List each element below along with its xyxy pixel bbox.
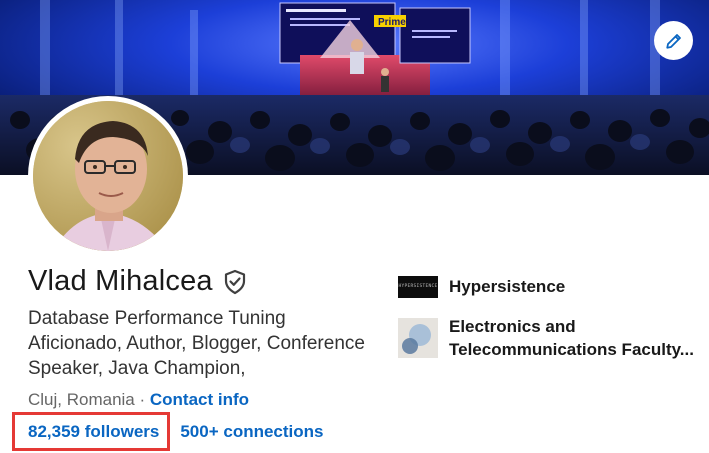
education-school[interactable]: Electronics and Telecommunications Facul… xyxy=(398,315,699,361)
stats-row: 82,359 followers 500+ connections xyxy=(12,412,323,451)
profile-location: Cluj, Romania xyxy=(28,390,135,409)
contact-info-link[interactable]: Contact info xyxy=(150,390,249,409)
profile-headline: Database Performance Tuning Aficionado, … xyxy=(28,308,365,379)
connections-link[interactable]: 500+ connections xyxy=(180,422,323,442)
company-logo-text: HYPERSISTENCE xyxy=(398,284,438,289)
school-logo xyxy=(398,318,438,358)
followers-highlight: 82,359 followers xyxy=(12,412,171,451)
school-name-line1: Electronics and xyxy=(449,317,576,336)
followers-link[interactable]: 82,359 followers xyxy=(28,422,159,442)
school-name-line2: Telecommunications Faculty... xyxy=(449,340,694,359)
verified-shield-icon[interactable] xyxy=(223,269,247,295)
company-logo: HYPERSISTENCE xyxy=(398,275,438,298)
profile-photo xyxy=(33,101,183,251)
pencil-icon xyxy=(665,33,681,49)
company-name: Hypersistence xyxy=(449,277,566,296)
avatar[interactable] xyxy=(28,96,188,256)
profile-card: Prime Vlad Mihalcea Database Performance… xyxy=(0,0,709,453)
school-name: Electronics and Telecommunications Facul… xyxy=(449,315,699,361)
location-separator: · xyxy=(134,390,150,409)
profile-name: Vlad Mihalcea xyxy=(28,265,213,297)
location-row: Cluj, Romania · Contact info xyxy=(28,389,249,411)
edit-cover-button[interactable] xyxy=(654,21,693,60)
slide-title: Prime xyxy=(378,17,406,28)
current-company[interactable]: HYPERSISTENCE Hypersistence xyxy=(398,275,565,298)
name-row: Vlad Mihalcea xyxy=(28,265,247,298)
